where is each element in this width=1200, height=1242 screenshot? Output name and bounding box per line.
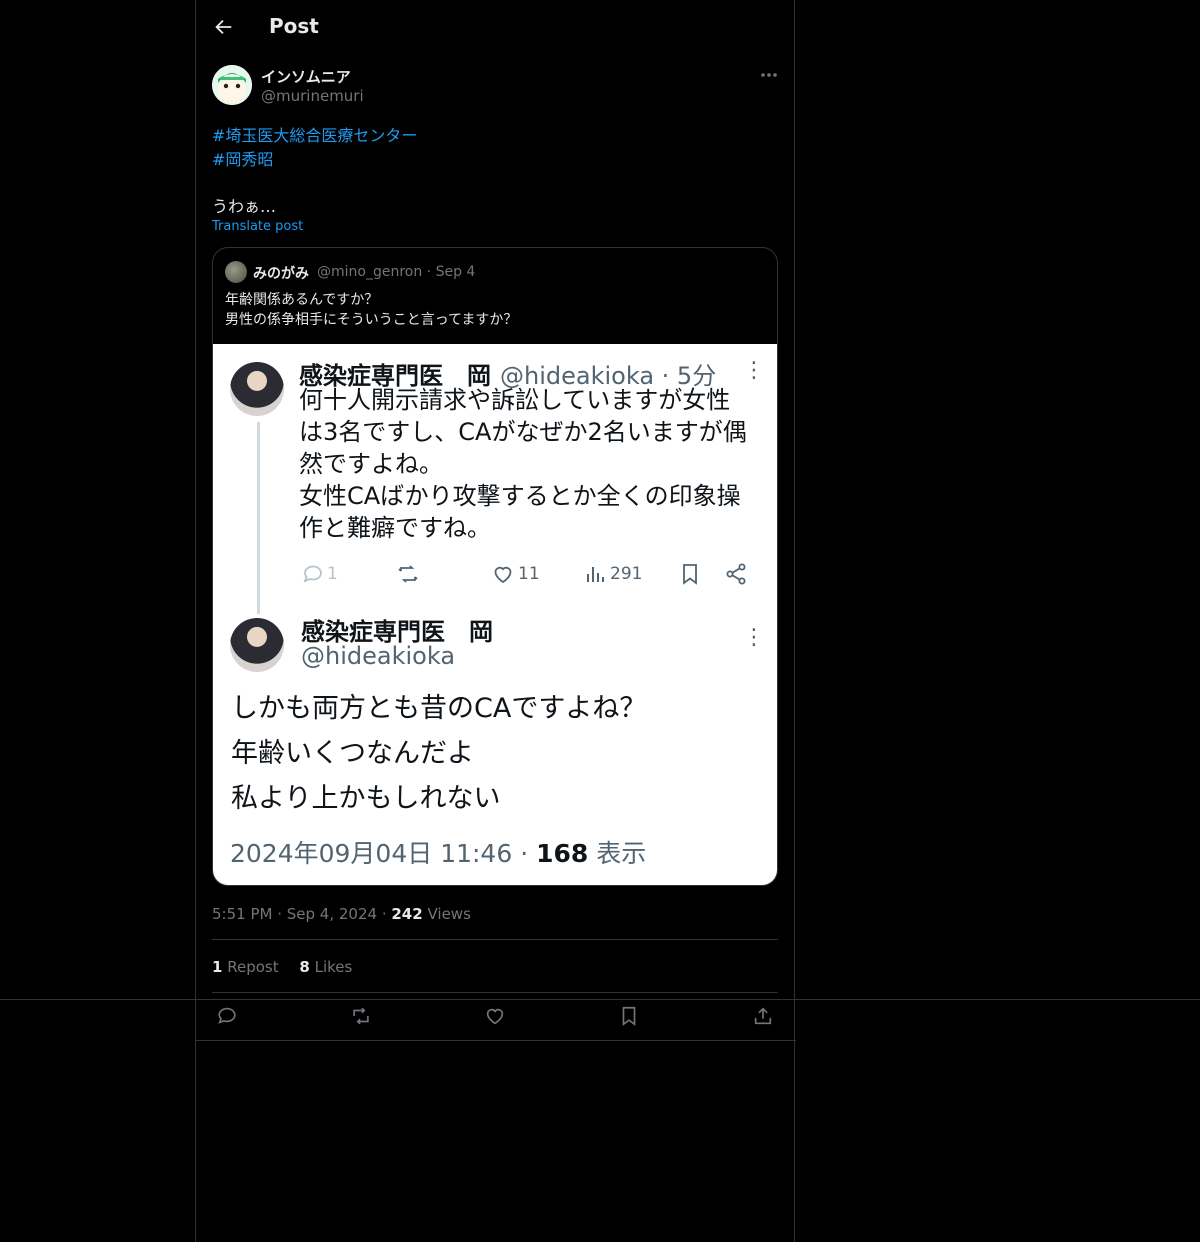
main-column: Post インソムニア @murinemuri #埼玉医大総合医療センター #岡… (195, 0, 796, 1242)
bookmark-icon (683, 564, 697, 585)
page-title: Post (269, 14, 319, 38)
views-count: 242 (391, 905, 423, 923)
like-icon[interactable] (484, 1005, 506, 1027)
screenshot-text-line: 作と難癖ですね。 (299, 514, 491, 542)
heart-icon (494, 566, 512, 584)
screenshot-more-icon: ⋮ (743, 625, 765, 650)
quote-date: Sep 4 (435, 264, 476, 280)
quote-author-meta: @mino_genron · Sep 4 (317, 264, 476, 280)
screenshot-reply-action: 1 (301, 560, 338, 588)
likes-link[interactable]: 8 Likes (299, 958, 352, 976)
likes-count: 8 (299, 958, 310, 976)
quote-text-line: 年齢関係あるんですか？ (225, 292, 379, 308)
screenshot-repost-action (396, 560, 420, 588)
more-options-icon[interactable] (758, 66, 780, 84)
share-icon[interactable] (752, 1005, 774, 1027)
hashtag-link[interactable]: #岡秀昭 (212, 146, 273, 170)
screenshot-avatar (230, 362, 284, 416)
screenshot-author-handle: @hideakioka (301, 642, 456, 670)
screenshot-tweet-body: 何十人開示請求や訴訟していますが女性 は3名ですし、CAがなぜか2名いますが偶 … (299, 384, 769, 544)
thread-line (257, 422, 260, 614)
reposts-link[interactable]: 1 Repost (212, 958, 279, 976)
screenshot-text-line: は3名ですし、CAがなぜか2名いますが偶 (299, 418, 747, 446)
quote-text-line: 男性の係争相手にそういうこと言ってますか？ (225, 312, 518, 328)
screenshot-reply-count: 1 (327, 564, 338, 584)
screenshot-avatar (230, 618, 284, 672)
views-bar-icon (587, 567, 604, 582)
screenshot-text-line: 女性CAばかり攻撃するとか全くの印象操 (299, 482, 741, 510)
header: Post (196, 0, 796, 54)
divider (212, 939, 778, 940)
quoted-screenshot-image: 感染症専門医 岡 @hideakioka · 5分 ⋮ 何十人開示請求や訴訟して… (213, 344, 777, 885)
screenshot-like-count: 11 (518, 564, 540, 584)
back-arrow-icon[interactable] (212, 16, 234, 38)
screenshot-like-action: 11 (491, 560, 540, 588)
bookmark-icon[interactable] (618, 1005, 640, 1027)
reposts-count: 1 (212, 958, 223, 976)
post-time[interactable]: 5:51 PM (212, 905, 272, 923)
reposts-label: Repost (227, 958, 279, 976)
screenshot-text-line: 何十人開示請求や訴訟していますが女性 (299, 386, 731, 414)
screenshot-text-line: しかも両方とも昔のCAですよね？ (231, 693, 647, 724)
hashtag-link[interactable]: #埼玉医大総合医療センター (212, 122, 417, 146)
screenshot-view-count: 291 (610, 564, 643, 584)
quote-author-name: みのがみ (253, 266, 309, 282)
post-text: うわぁ… (212, 197, 277, 216)
screenshot-views-number: 168 (536, 839, 589, 868)
screenshot-more-icon: ⋮ (743, 358, 765, 383)
reply-icon (303, 565, 322, 583)
quote-author-handle: @mino_genron (317, 264, 423, 280)
screenshot-text-line: 年齢いくつなんだよ (231, 738, 474, 769)
author-name[interactable]: インソムニア (261, 66, 351, 87)
screenshot-timestamp: 2024年09月04日 11:46 (230, 839, 513, 868)
divider (196, 1040, 796, 1041)
screenshot-bookmark-action (678, 560, 702, 588)
screenshot-text-line: 然ですよね。 (299, 450, 443, 478)
reply-icon[interactable] (216, 1005, 238, 1027)
screenshot-views-label: 表示 (596, 839, 647, 868)
likes-label: Likes (314, 958, 353, 976)
screenshot-datetime: 2024年09月04日 11:46 · 168 表示 (230, 839, 647, 868)
views-label: Views (427, 905, 471, 923)
repost-icon (398, 565, 418, 583)
post-metadata: 5:51 PM · Sep 4, 2024 · 242 Views (212, 905, 471, 923)
translate-post-link[interactable]: Translate post (212, 219, 303, 234)
avatar-image (212, 65, 252, 105)
screenshot-views-action: 291 (584, 560, 642, 588)
divider (212, 992, 778, 993)
quote-avatar (225, 261, 247, 283)
repost-icon[interactable] (350, 1005, 372, 1027)
engagement-stats: 1 Repost 8 Likes (212, 958, 352, 976)
screenshot-share-action (724, 560, 748, 588)
author-handle[interactable]: @murinemuri (261, 87, 364, 105)
screenshot-text-line: 私より上かもしれない (231, 783, 501, 814)
share-icon (726, 563, 746, 585)
post-date[interactable]: Sep 4, 2024 (287, 905, 377, 923)
quoted-post[interactable]: みのがみ @mino_genron · Sep 4 年齢関係あるんですか？ 男性… (212, 247, 778, 886)
avatar[interactable] (212, 65, 252, 105)
